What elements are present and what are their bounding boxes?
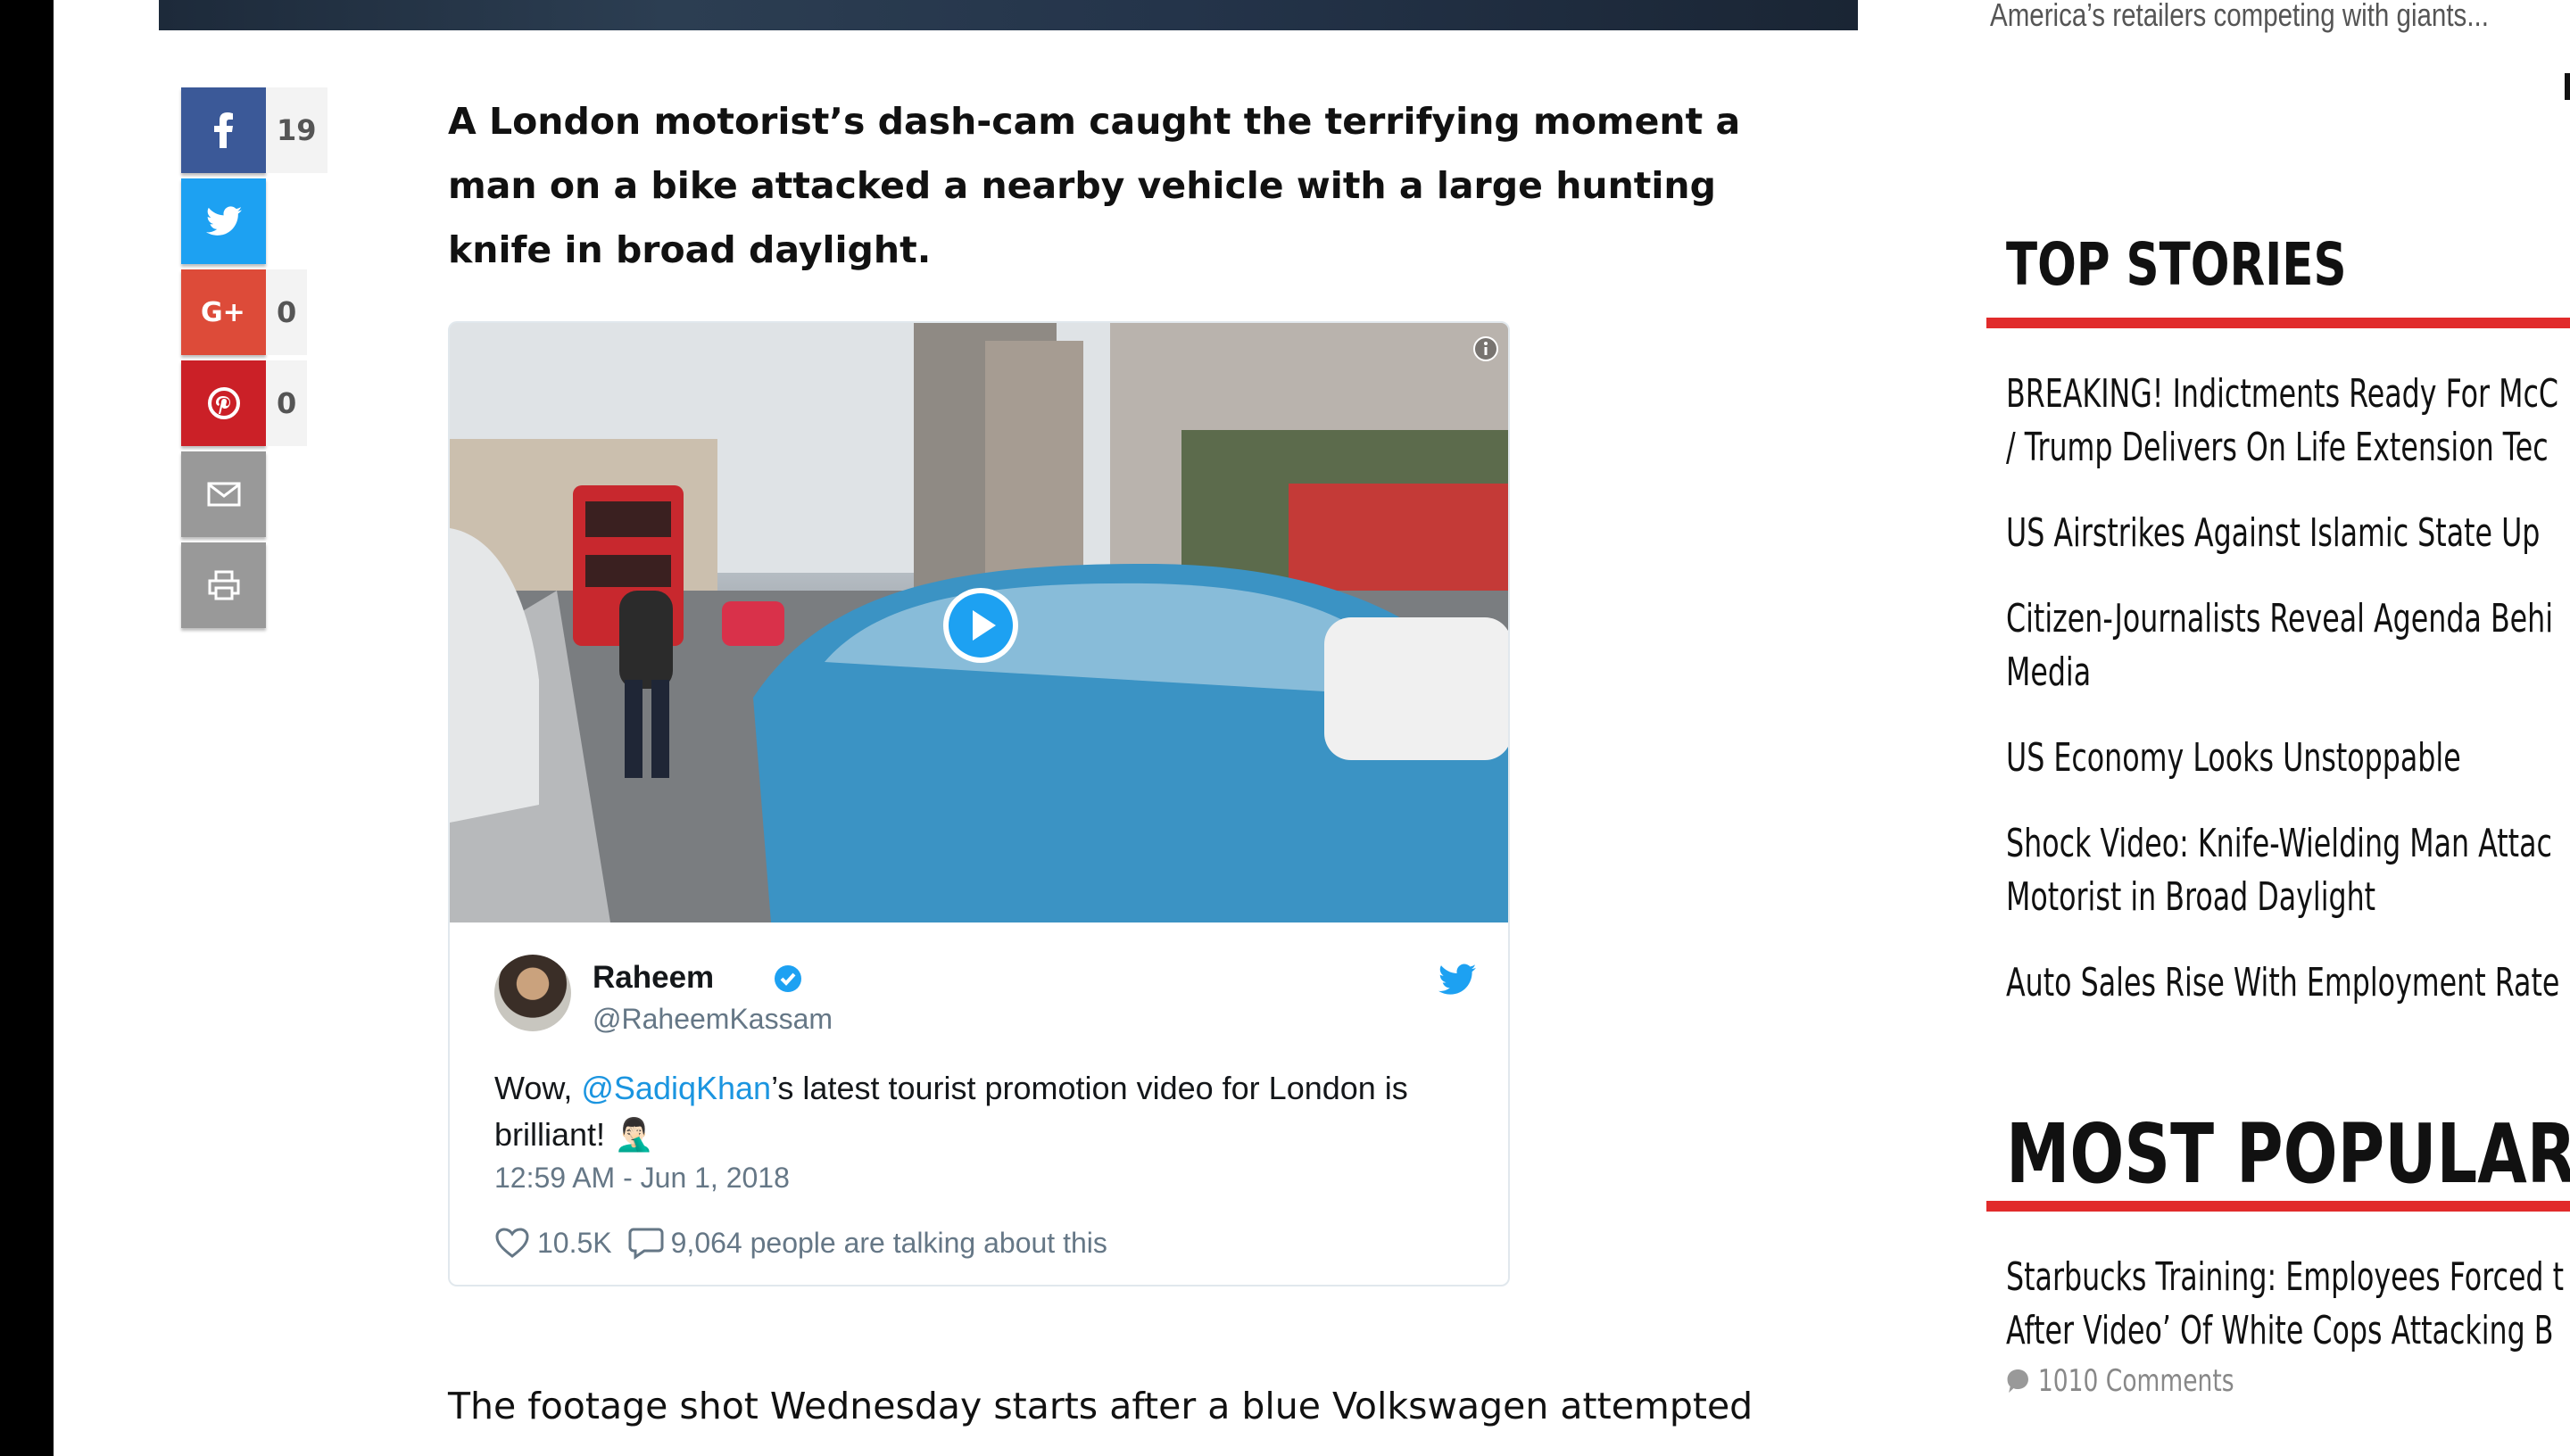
info-icon[interactable]: [1472, 335, 1499, 362]
popular-story-comments[interactable]: 1010 Comments: [2006, 1363, 2570, 1399]
top-story-link[interactable]: Media: [2006, 646, 2570, 699]
facebook-icon: [213, 112, 233, 148]
twitter-share-button[interactable]: [181, 178, 266, 264]
comment-icon: [2007, 1369, 2028, 1393]
top-story-link[interactable]: Citizen-Journalists Reveal Agenda Behi: [2006, 592, 2570, 646]
popular-story-link-line2[interactable]: After Video’ Of White Cops Attacking B: [2006, 1304, 2570, 1358]
mail-icon: [207, 482, 240, 507]
verified-badge-icon: [775, 965, 801, 992]
facebook-share-count: 19: [266, 87, 327, 173]
print-button[interactable]: [181, 542, 266, 628]
tweet-text-prefix: Wow,: [494, 1070, 582, 1106]
sidebar-edge-marker: [2565, 73, 2570, 100]
tweet-video[interactable]: [450, 323, 1508, 922]
tweet-author-name[interactable]: Raheem: [593, 960, 714, 996]
top-story-link[interactable]: Shock Video: Knife-Wielding Man Attac: [2006, 817, 2570, 871]
tweet-author-handle[interactable]: @RaheemKassam: [593, 1003, 833, 1036]
share-row-pinterest: 0: [181, 360, 324, 446]
top-stories-heading: TOP STORIES: [2006, 230, 2347, 299]
top-stories-list: BREAKING! Indictments Ready For McC / Tr…: [2006, 368, 2570, 1042]
google-plus-share-count: 0: [266, 269, 308, 355]
top-stories-divider: [1986, 318, 2570, 328]
top-story-link[interactable]: Motorist in Broad Daylight: [2006, 871, 2570, 924]
tweet-like-button[interactable]: 10.5K: [494, 1227, 612, 1260]
most-popular-list: Starbucks Training: Employees Forced t A…: [2006, 1251, 2570, 1399]
avatar[interactable]: [494, 955, 571, 1031]
top-story-link[interactable]: US Economy Looks Unstoppable: [2006, 732, 2570, 785]
embedded-tweet[interactable]: Raheem @RaheemKassam Wow, @SadiqKhan’s l…: [448, 321, 1510, 1286]
hero-image-bottom: [159, 0, 1858, 30]
tweet-stats: 10.5K 9,064 people are talking about thi…: [494, 1220, 1123, 1265]
play-button-icon[interactable]: [941, 585, 1021, 666]
most-popular-heading: MOST POPULAR: [2006, 1106, 2570, 1202]
share-row-print: [181, 542, 324, 628]
google-plus-icon: G+: [201, 298, 245, 327]
share-row-twitter: [181, 178, 324, 264]
top-story-link[interactable]: Auto Sales Rise With Employment Rate: [2006, 956, 2570, 1010]
tweet-like-count: 10.5K: [537, 1226, 612, 1259]
share-row-email: [181, 451, 324, 537]
heart-icon: [495, 1228, 529, 1258]
pinterest-icon: [207, 387, 240, 419]
popular-story-link[interactable]: Starbucks Training: Employees Forced t: [2006, 1251, 2570, 1304]
tweet-timestamp[interactable]: 12:59 AM - Jun 1, 2018: [494, 1162, 790, 1195]
tweet-mention-link[interactable]: @SadiqKhan: [581, 1070, 771, 1106]
most-popular-divider: [1986, 1201, 2570, 1212]
comment-bubble-icon: [628, 1228, 664, 1260]
article-lede: A London motorist’s dash-cam caught the …: [448, 100, 1741, 271]
top-story-link[interactable]: / Trump Delivers On Life Extension Tec: [2006, 421, 2570, 475]
sidebar-previous-story-link[interactable]: America’s retailers competing with giant…: [1990, 0, 2489, 34]
tweet-talking-count: 9,064 people are talking about this: [670, 1226, 1107, 1259]
share-bar: 19 G+ 0 0: [181, 87, 327, 633]
pinterest-share-count: 0: [266, 360, 308, 446]
top-story-link[interactable]: BREAKING! Indictments Ready For McC: [2006, 368, 2570, 421]
facebook-share-button[interactable]: [181, 87, 266, 173]
google-plus-share-button[interactable]: G+: [181, 269, 266, 355]
tweet-header: Raheem @RaheemKassam: [494, 955, 1476, 1044]
tweet-conversation-link[interactable]: 9,064 people are talking about this: [628, 1226, 1107, 1260]
share-row-googleplus: G+ 0: [181, 269, 324, 355]
left-rail: [0, 0, 54, 1456]
print-icon: [208, 570, 239, 600]
comment-count: 1010 Comments: [2037, 1363, 2234, 1399]
top-story-link[interactable]: US Airstrikes Against Islamic State Up: [2006, 507, 2570, 560]
email-share-button[interactable]: [181, 451, 266, 537]
article-body-paragraph: The footage shot Wednesday starts after …: [448, 1385, 1753, 1427]
twitter-bird-icon[interactable]: [1438, 964, 1476, 996]
tweet-text: Wow, @SadiqKhan’s latest tourist promoti…: [494, 1065, 1476, 1158]
svg-text:G+: G+: [201, 298, 245, 327]
pinterest-share-button[interactable]: [181, 360, 266, 446]
twitter-icon: [205, 206, 242, 236]
share-row-facebook: 19: [181, 87, 327, 173]
sidebar: America’s retailers competing with giant…: [1986, 0, 2570, 1456]
